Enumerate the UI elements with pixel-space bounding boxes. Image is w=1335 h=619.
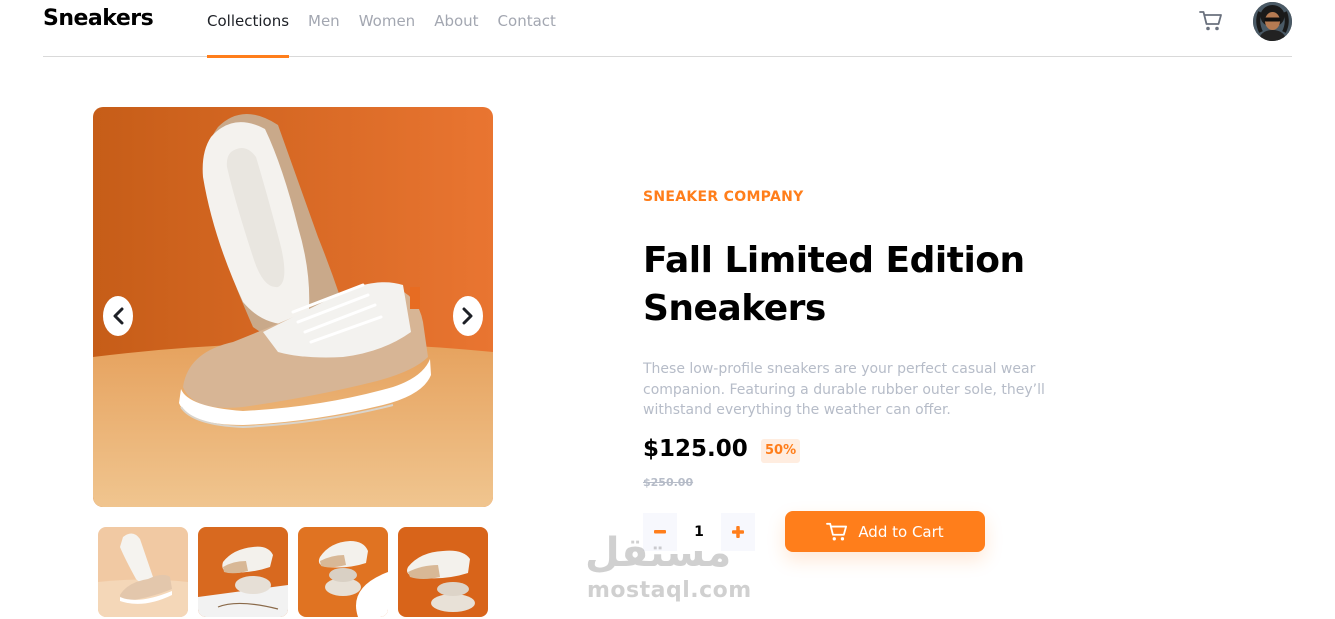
company-name: SNEAKER COMPANY	[643, 189, 804, 205]
discount-badge: 50%	[761, 439, 801, 463]
main-nav: Collections Men Women About Contact	[207, 0, 575, 58]
nav-item-about[interactable]: About	[434, 0, 478, 57]
product-thumbnail-3[interactable]	[298, 527, 388, 617]
add-to-cart-button[interactable]: Add to Cart	[785, 511, 985, 552]
watermark-arabic: مستقل	[585, 530, 732, 576]
thumbnail-strip	[98, 527, 498, 617]
cart-icon	[826, 522, 848, 540]
watermark: مستقل mostaql.com	[585, 530, 755, 610]
original-price: $250.00	[643, 476, 694, 489]
nav-item-women[interactable]: Women	[359, 0, 415, 57]
product-thumbnail-1[interactable]	[98, 527, 188, 617]
watermark-latin: mostaql.com	[587, 578, 752, 603]
nav-item-men[interactable]: Men	[308, 0, 340, 57]
add-to-cart-label: Add to Cart	[858, 522, 944, 541]
user-avatar[interactable]	[1253, 2, 1292, 41]
chevron-left-icon	[113, 307, 124, 325]
product-thumbnail-4[interactable]	[398, 527, 488, 617]
product-title: Fall Limited Edition Sneakers	[643, 240, 1025, 329]
cart-icon[interactable]	[1199, 10, 1223, 32]
product-main-image[interactable]	[93, 107, 493, 507]
nav-item-contact[interactable]: Contact	[498, 0, 556, 57]
brand-logo[interactable]: Sneakers	[43, 6, 154, 31]
site-header: Sneakers Collections Men Women About Con…	[43, 0, 1292, 58]
nav-item-collections[interactable]: Collections	[207, 0, 290, 58]
current-price: $125.00	[643, 436, 748, 462]
gallery-next-button[interactable]	[453, 296, 483, 336]
gallery-previous-button[interactable]	[103, 296, 133, 336]
chevron-right-icon	[462, 307, 473, 325]
product-thumbnail-2[interactable]	[198, 527, 288, 617]
product-description: These low-profile sneakers are your perf…	[643, 361, 1045, 418]
